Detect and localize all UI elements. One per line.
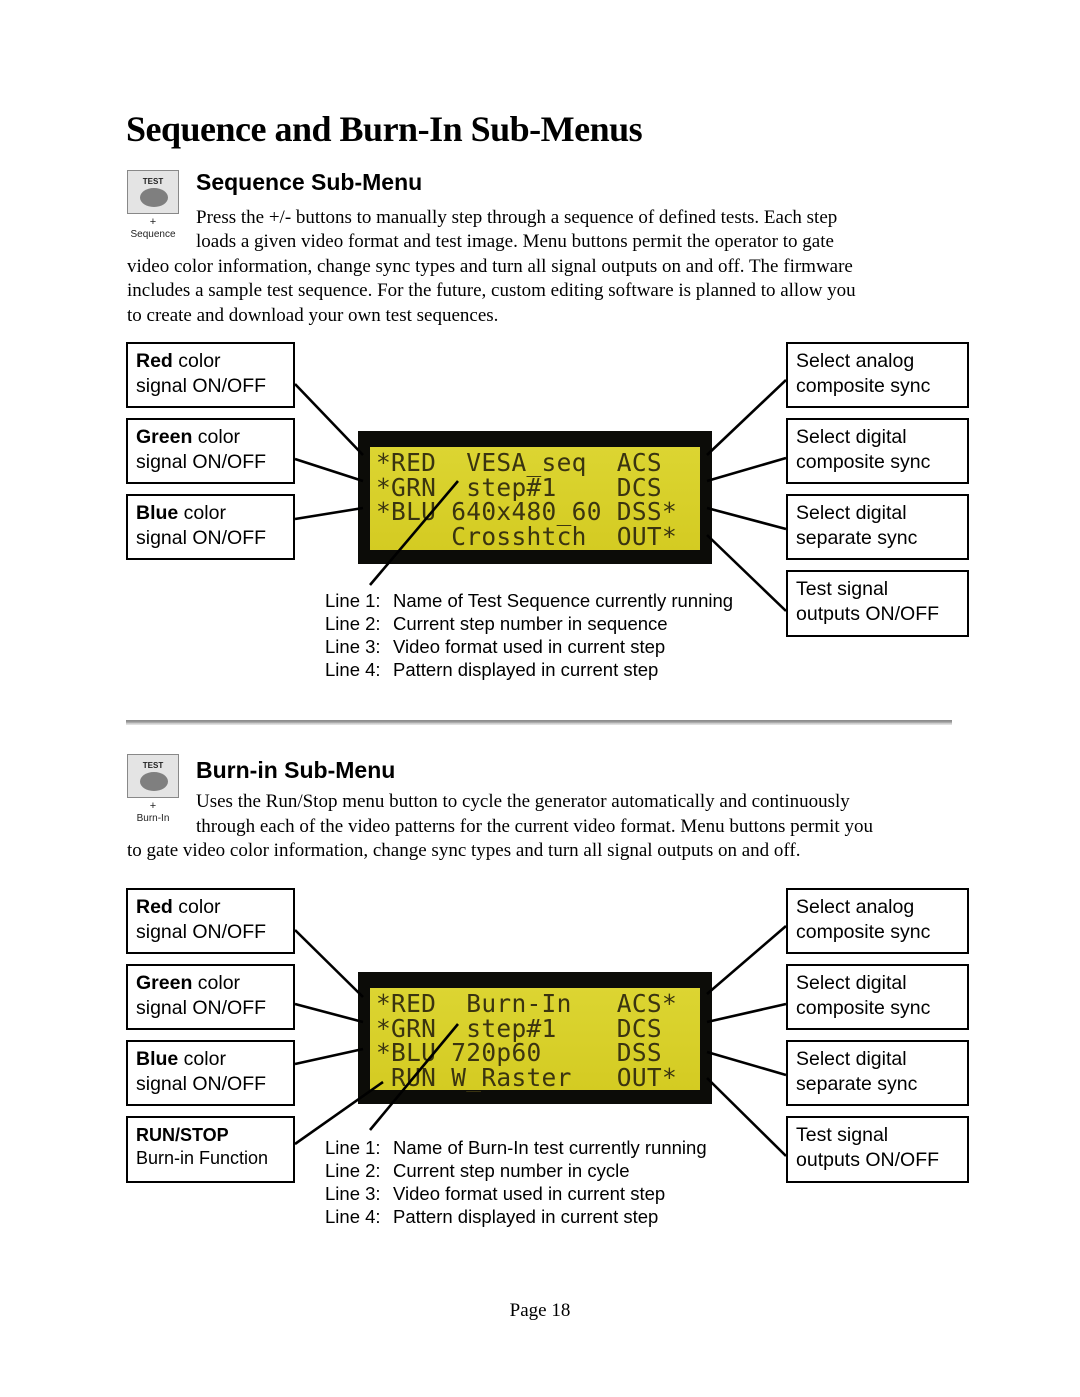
- section-divider: [126, 720, 952, 725]
- sequence-paragraph-line: includes a sample test sequence. For the…: [127, 280, 856, 301]
- sequence-caption: Sequence: [130, 229, 176, 240]
- callout-run-stop: RUN/STOP Burn-in Function: [126, 1116, 295, 1183]
- lcd-line-1: *RED VESA_seq ACS: [376, 448, 678, 477]
- legend-item: Line 2: Current step number in cycle: [325, 1160, 630, 1181]
- connector-line: [294, 383, 364, 456]
- callout-analog-composite-sync: Select analog composite sync: [786, 342, 969, 408]
- connector-line: [706, 1077, 787, 1157]
- connector-line: [294, 929, 364, 998]
- test-button-label: TEST: [142, 177, 164, 186]
- callout-bold: Blue: [136, 502, 179, 524]
- connector-line: [294, 1047, 364, 1066]
- test-button-icon: TEST: [127, 170, 179, 214]
- test-button-label: TEST: [142, 761, 164, 770]
- callout-digital-composite-sync: Select digital composite sync: [786, 418, 969, 484]
- sequence-section-title: Sequence Sub-Menu: [196, 169, 423, 195]
- burnin-paragraph-line: through each of the video patterns for t…: [196, 816, 873, 837]
- burnin-section-title: Burn-in Sub-Menu: [196, 757, 396, 783]
- sequence-paragraph-line: Press the +/- buttons to manually step t…: [196, 207, 838, 228]
- button-oval-icon: [140, 772, 168, 791]
- callout-bold: Green: [136, 426, 193, 448]
- lcd-line-4: Crosshtch OUT*: [376, 521, 678, 551]
- connector-line: [706, 379, 787, 456]
- lcd-screen: *RED VESA_seq ACS *GRN step#1 DCS *BLU 6…: [370, 447, 700, 550]
- burnin-caption: Burn-In: [136, 813, 170, 824]
- plus-icon: +: [149, 800, 157, 812]
- lcd-line-4: RUN W_Raster OUT*: [376, 1062, 678, 1092]
- connector-line: [294, 506, 364, 521]
- page-number: Page 18: [509, 1300, 571, 1321]
- callout-bold: Green: [136, 972, 193, 994]
- legend-item: Line 3: Video format used in current step: [325, 1183, 666, 1204]
- legend-item: Line 4: Pattern displayed in current step: [325, 659, 659, 680]
- callout-test-signal-outputs: Test signal outputs ON/OFF: [786, 570, 969, 637]
- callout-blue-signal: Blue color signal ON/OFF: [126, 494, 295, 560]
- connector-line: [706, 456, 787, 483]
- connector-line: [706, 925, 787, 995]
- burnin-paragraph-line: Uses the Run/Stop menu button to cycle t…: [196, 791, 850, 812]
- lcd-line-1: *RED Burn-In ACS*: [376, 989, 678, 1018]
- lcd-line-3: *BLU 720p60 DSS: [376, 1038, 678, 1067]
- callout-digital-composite-sync: Select digital composite sync: [786, 964, 969, 1030]
- callout-green-signal: Green color signal ON/OFF: [126, 964, 295, 1030]
- burnin-lcd-display: *RED Burn-In ACS* *GRN step#1 DCS *BLU 72…: [358, 972, 712, 1104]
- callout-bold: Red: [136, 350, 173, 372]
- callout-red-signal: Red color signal ON/OFF: [126, 888, 295, 954]
- sequence-lcd-display: *RED VESA_seq ACS *GRN step#1 DCS *BLU 6…: [358, 431, 712, 564]
- callout-green-signal: Green color signal ON/OFF: [126, 418, 295, 484]
- sequence-paragraph-line: loads a given video format and test imag…: [196, 231, 834, 252]
- lcd-screen: *RED Burn-In ACS* *GRN step#1 DCS *BLU 72…: [370, 988, 700, 1090]
- test-button-icon: TEST: [127, 754, 179, 798]
- callout-test-signal-outputs: Test signal outputs ON/OFF: [786, 1116, 969, 1183]
- legend-item: Line 4: Pattern displayed in current step: [325, 1206, 659, 1227]
- callout-bold: RUN/STOP: [136, 1125, 229, 1145]
- callout-bold: Blue: [136, 1048, 179, 1070]
- callout-digital-separate-sync: Select digital separate sync: [786, 494, 969, 560]
- connector-line: [706, 1002, 787, 1024]
- connector-line: [294, 1002, 364, 1024]
- legend-item: Line 1: Name of Test Sequence currently r…: [325, 590, 734, 611]
- legend-item: Line 2: Current step number in sequence: [325, 613, 668, 634]
- callout-red-signal: Red color signal ON/OFF: [126, 342, 295, 408]
- lcd-line-3: *BLU 640x480_60 DSS*: [376, 497, 678, 526]
- connector-line: [294, 457, 364, 483]
- legend-item: Line 1: Name of Burn-In test currently ru…: [325, 1137, 707, 1158]
- page-title: Sequence and Burn-In Sub-Menus: [126, 109, 643, 149]
- sequence-legend: Line 1: Name of Test Sequence currently r…: [325, 589, 733, 681]
- burnin-paragraph-line: to gate video color information, change …: [127, 840, 801, 861]
- connector-line: [706, 1050, 787, 1077]
- connector-line: [706, 506, 787, 531]
- callout-analog-composite-sync: Select analog composite sync: [786, 888, 969, 954]
- callout-blue-signal: Blue color signal ON/OFF: [126, 1040, 295, 1106]
- sequence-paragraph-line: to create and download your own test seq…: [127, 305, 499, 326]
- callout-digital-separate-sync: Select digital separate sync: [786, 1040, 969, 1106]
- button-oval-icon: [140, 188, 168, 207]
- callout-bold: Red: [136, 896, 173, 918]
- legend-item: Line 3: Video format used in current step: [325, 636, 666, 657]
- sequence-paragraph-line: video color information, change sync typ…: [127, 256, 853, 277]
- plus-icon: +: [149, 216, 157, 228]
- burnin-legend: Line 1: Name of Burn-In test currently ru…: [325, 1136, 707, 1228]
